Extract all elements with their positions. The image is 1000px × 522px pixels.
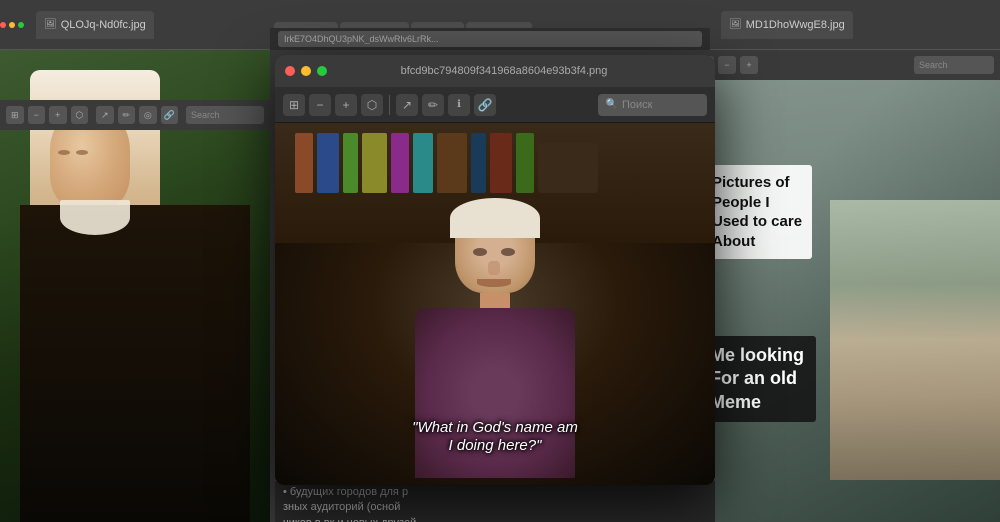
left-window-tab[interactable]: 🖼 QLOJq-Nd0fc.jpg [36, 11, 154, 39]
person-eye-left [473, 248, 487, 256]
right-window-bar: 🖼 MD1DhoWwgE8.jpg [685, 0, 1000, 50]
meme-text-box-1: Pictures of People I Used to care About [702, 165, 812, 259]
bottom-text-line1: • будущих городов для р [283, 485, 707, 500]
main-window-title: bfcd9bc794809f341968a8604e93b3f4.png [333, 65, 675, 77]
video-subtitle: "What in God's name am I doing here?" [412, 419, 578, 455]
bottom-text-line3: чиков в вк и новых друзей [283, 516, 707, 522]
portrait-eye-right [76, 150, 88, 155]
bottom-text-line2: зных аудиторий (осной [283, 500, 707, 515]
toolbar-info-btn[interactable]: ℹ [448, 94, 470, 116]
meme-text2-line3: Meme [710, 391, 804, 414]
toolbar-fit-btn[interactable]: ⬡ [361, 94, 383, 116]
meme-figure-area [830, 200, 1000, 480]
bowl-object [538, 143, 598, 193]
person-nose [488, 261, 500, 275]
book-5 [391, 133, 409, 193]
toolbar-icon-3[interactable]: + [49, 106, 67, 124]
toolbar-icon-1[interactable]: ⊞ [6, 106, 24, 124]
toolbar-zoom-out-btn[interactable]: − [309, 94, 331, 116]
subtitle-line1: "What in God's name am [412, 419, 578, 436]
portrait-robe [20, 205, 250, 522]
toolbar-divider [389, 95, 390, 115]
toolbar-icon-7[interactable]: ◎ [139, 106, 157, 124]
window-minimize-button[interactable] [301, 66, 311, 76]
expand-dot-left [18, 22, 24, 28]
meme-text1-line4: About [712, 232, 802, 252]
book-4 [362, 133, 387, 193]
file-icon: 🖼 [44, 19, 57, 30]
toolbar-icon-5[interactable]: ↗ [96, 106, 114, 124]
book-10 [516, 133, 534, 193]
book-6 [413, 133, 433, 193]
toolbar-icon-6[interactable]: ✏ [118, 106, 136, 124]
minimize-dot-left [9, 22, 15, 28]
toolbar-zoom-in-btn[interactable]: + [335, 94, 357, 116]
main-window-titlebar: bfcd9bc794809f341968a8604e93b3f4.png [275, 55, 715, 87]
close-dot-left [0, 22, 6, 28]
person-mouth [477, 279, 511, 287]
toolbar-search[interactable]: 🔍 Поиск [598, 94, 708, 116]
meme-text1-line3: Used to care [712, 212, 802, 232]
toolbar-icon-4[interactable]: ⬡ [71, 106, 89, 124]
meme-text2-line2: For an old [710, 367, 804, 390]
book-8 [471, 133, 486, 193]
meme-text1-line1: Pictures of [712, 173, 802, 193]
toolbar-lock-btn[interactable]: 🔗 [474, 94, 496, 116]
toolbar-icon-8[interactable]: 🔗 [161, 106, 179, 124]
book-9 [490, 133, 512, 193]
toolbar-share-btn[interactable]: ↗ [396, 94, 418, 116]
meme-text1-line2: People I [712, 193, 802, 213]
person-eye-right [501, 248, 515, 256]
book-2 [317, 133, 339, 193]
search-bar-left[interactable]: Search [186, 106, 264, 124]
bottom-text-area: • будущих городов для р зных аудиторий (… [275, 480, 715, 522]
toolbar-grid-btn[interactable]: ⊞ [283, 94, 305, 116]
right-tab-label: MD1DhoWwgE8.jpg [746, 19, 845, 31]
url-bar-container: IrkE7O4DhQU3pNK_dsWwRlv6LrRk... [270, 28, 710, 50]
search-bar-right[interactable]: Search [914, 56, 994, 74]
person-hair [450, 198, 540, 238]
left-window-bar: 🖼 QLOJq-Nd0fc.jpg [0, 0, 270, 50]
left-tab-label: QLOJq-Nd0fc.jpg [61, 19, 146, 31]
main-window-content: "What in God's name am I doing here?" [275, 123, 715, 485]
person-head [455, 203, 535, 293]
book-1 [295, 133, 313, 193]
portrait-eye-left [58, 150, 70, 155]
rtoolbar-3[interactable]: + [740, 56, 758, 74]
file-icon-right: 🖼 [729, 19, 742, 30]
book-7 [437, 133, 467, 193]
left-window-toolbar: ⊞ − + ⬡ ↗ ✏ ◎ 🔗 Search [0, 100, 270, 130]
portrait-collar [60, 200, 130, 235]
main-window-toolbar: ⊞ − + ⬡ ↗ ✏ ℹ 🔗 🔍 Поиск [275, 87, 715, 123]
window-maximize-button[interactable] [317, 66, 327, 76]
toolbar-icon-2[interactable]: − [28, 106, 46, 124]
portrait-image: ⊞ − + ⬡ ↗ ✏ ◎ 🔗 Search [0, 50, 270, 522]
meme-image: ⊞ − + Search Pictures of People I Used t… [690, 50, 1000, 522]
main-window: bfcd9bc794809f341968a8604e93b3f4.png ⊞ −… [275, 55, 715, 485]
video-person [395, 203, 595, 453]
meme-text-box-2: Me looking For an old Meme [698, 336, 816, 422]
search-icon: 🔍 [606, 99, 618, 110]
toolbar-edit-btn[interactable]: ✏ [422, 94, 444, 116]
meme-text2-line1: Me looking [710, 344, 804, 367]
url-bar[interactable]: IrkE7O4DhQU3pNK_dsWwRlv6LrRk... [278, 31, 702, 47]
url-text: IrkE7O4DhQU3pNK_dsWwRlv6LrRk... [284, 34, 439, 44]
subtitle-line2: I doing here?" [449, 437, 542, 454]
book-3 [343, 133, 358, 193]
right-window-toolbar: ⊞ − + Search [690, 50, 1000, 80]
right-window-tab[interactable]: 🖼 MD1DhoWwgE8.jpg [721, 11, 853, 39]
meme-figure-body [830, 200, 1000, 480]
rtoolbar-2[interactable]: − [718, 56, 736, 74]
search-placeholder: Поиск [622, 99, 652, 111]
window-close-button[interactable] [285, 66, 295, 76]
